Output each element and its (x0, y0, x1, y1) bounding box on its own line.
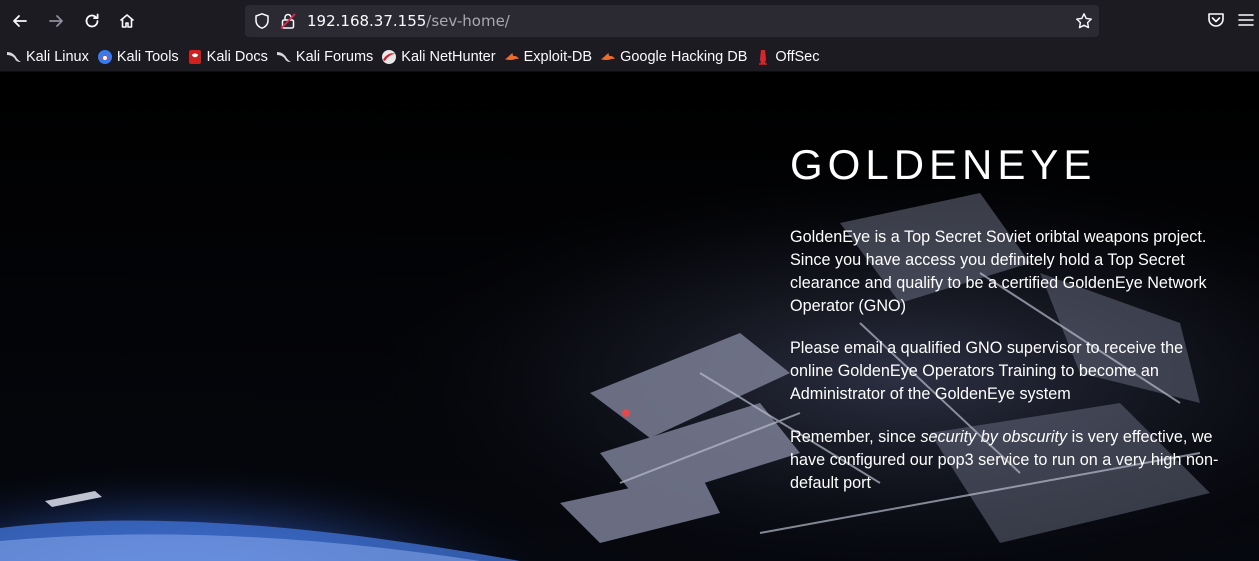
bookmark-exploit-db[interactable]: Exploit-DB (504, 45, 593, 69)
bookmark-label: Kali Docs (206, 48, 268, 65)
bookmarks-bar: Kali Linux Kali Tools Kali Docs Kali For… (0, 42, 1259, 72)
page-viewport: GOLDENEYE GoldenEye is a Top Secret Sovi… (0, 73, 1259, 561)
kali-dragon-icon (276, 51, 291, 62)
url-text[interactable]: 192.168.37.155/sev-home/ (307, 11, 510, 31)
security-by-obscurity-emphasis: security by obscurity (920, 428, 1068, 446)
browser-toolbar: 192.168.37.155/sev-home/ (0, 0, 1259, 42)
forward-button[interactable] (43, 8, 69, 34)
bookmark-kali-linux[interactable]: Kali Linux (6, 45, 89, 69)
bookmark-kali-tools[interactable]: Kali Tools (97, 45, 179, 69)
nethunter-icon (382, 49, 397, 64)
arrow-right-icon (49, 15, 63, 27)
bookmark-label: Kali Linux (26, 48, 89, 65)
insecure-lock-icon[interactable] (279, 12, 297, 30)
url-bar[interactable]: 192.168.37.155/sev-home/ (245, 5, 1099, 37)
pocket-icon[interactable] (1206, 10, 1226, 30)
shield-icon[interactable] (253, 12, 271, 30)
reload-button[interactable] (79, 8, 105, 34)
kali-tools-icon (97, 49, 112, 64)
offsec-icon (759, 49, 768, 65)
bookmark-kali-nethunter[interactable]: Kali NetHunter (381, 45, 496, 69)
url-path: /sev-home/ (426, 12, 510, 30)
intro-paragraph: GoldenEye is a Top Secret Soviet oribtal… (790, 228, 1207, 315)
training-paragraph: Please email a qualified GNO supervisor … (790, 339, 1184, 403)
bookmark-label: Kali NetHunter (401, 48, 496, 65)
back-button[interactable] (7, 8, 33, 34)
reload-icon (85, 13, 99, 28)
exploit-db-icon (601, 52, 616, 60)
bookmark-label: OffSec (775, 48, 820, 65)
bookmark-kali-docs[interactable]: Kali Docs (187, 45, 268, 69)
bookmark-kali-forums[interactable]: Kali Forums (276, 45, 373, 69)
bookmark-label: Exploit-DB (523, 48, 593, 65)
kali-dragon-icon (7, 51, 21, 62)
bookmark-label: Google Hacking DB (620, 48, 748, 65)
home-button[interactable] (114, 8, 140, 34)
hamburger-menu-icon[interactable] (1236, 10, 1256, 30)
bookmark-offsec[interactable]: OffSec (755, 45, 819, 69)
page-title: GOLDENEYE (790, 141, 1097, 188)
home-icon (119, 14, 135, 28)
arrow-left-icon (13, 15, 27, 27)
pop3-paragraph: Remember, since security by obscurity is… (790, 426, 1220, 495)
url-host: 192.168.37.155 (307, 12, 427, 30)
bookmark-star-icon[interactable] (1075, 12, 1093, 30)
bookmark-label: Kali Tools (116, 48, 179, 65)
bookmark-google-hacking-db[interactable]: Google Hacking DB (600, 45, 747, 69)
kali-docs-icon (188, 49, 201, 64)
bookmark-label: Kali Forums (295, 48, 374, 65)
exploit-db-icon (504, 52, 519, 60)
pop3-text-before: Remember, since (790, 428, 921, 446)
